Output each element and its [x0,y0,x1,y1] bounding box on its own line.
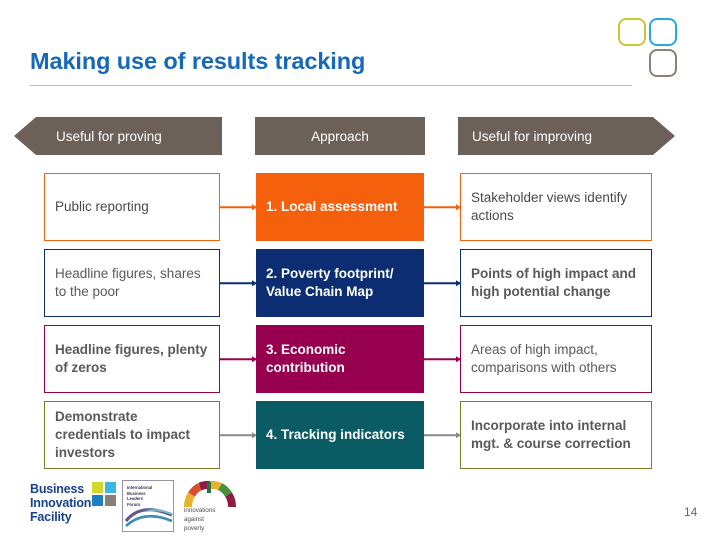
column-banner-useful-for-improving: Useful for improving [458,117,675,155]
page-number: 14 [684,505,698,519]
iap-logo-text: innovations against poverty [184,507,215,534]
matrix-row: Headline figures, plenty of zeros 3. Eco… [0,325,720,393]
brand-logo [618,18,690,90]
row-middle-cell: 4. Tracking indicators [256,401,424,469]
row-middle-cell: 1. Local assessment [256,173,424,241]
connector-right [424,282,460,284]
page-title: Making use of results tracking [30,48,366,74]
bif-squares-icon [92,482,118,508]
title-divider [30,85,632,86]
row-left-cell: Headline figures, shares to the poor [44,249,220,317]
bif-square-grey-icon [105,495,116,506]
matrix-row: Headline figures, shares to the poor 2. … [0,249,720,317]
connector-left [220,206,256,208]
column-banner-useful-for-proving: Useful for proving [14,117,222,155]
connector-left [220,434,256,436]
footer-logos: Business Innovation Facility Internation… [30,480,250,534]
connector-right [424,206,460,208]
row-middle-cell: 3. Economic contribution [256,325,424,393]
column-banner-approach: Approach [255,117,425,155]
connector-right [424,358,460,360]
row-right-cell: Stakeholder views identify actions [460,173,652,241]
bif-square-yellow-icon [92,482,103,493]
international-business-leaders-forum-logo: International Business Leaders Forum [122,480,174,532]
matrix-row: Demonstrate credentials to impact invest… [0,401,720,469]
iap-arc-icon [184,480,236,508]
matrix-row: Public reporting 1. Local assessment Sta… [0,173,720,241]
row-right-cell: Points of high impact and high potential… [460,249,652,317]
row-left-cell: Demonstrate credentials to impact invest… [44,401,220,469]
logo-square-blue-icon [649,18,677,46]
business-innovation-facility-logo: Business Innovation Facility [30,482,116,524]
connector-left [220,282,256,284]
connector-right [424,434,460,436]
row-right-cell: Incorporate into internal mgt. & course … [460,401,652,469]
iap-logo-line-2: against [184,515,204,523]
logo-square-grey-icon [649,49,677,77]
innovations-against-poverty-logo: innovations against poverty [180,480,248,532]
column-banner-label: Useful for improving [472,128,593,144]
row-left-cell: Public reporting [44,173,220,241]
row-middle-cell: 2. Poverty footprint/ Value Chain Map [256,249,424,317]
iap-logo-line-3: poverty [184,524,205,532]
row-right-cell: Areas of high impact, comparisons with o… [460,325,652,393]
row-left-cell: Headline figures, plenty of zeros [44,325,220,393]
bif-logo-line-3: Facility [30,510,72,524]
bif-square-blue-icon [92,495,103,506]
bif-square-cyan-icon [105,482,116,493]
logo-square-yellow-icon [618,18,646,46]
column-banner-label: Useful for proving [56,128,162,144]
iblf-swoosh-icon [124,508,173,527]
column-banner-label: Approach [311,128,369,144]
iap-logo-line-1: innovations [184,507,216,514]
connector-left [220,358,256,360]
